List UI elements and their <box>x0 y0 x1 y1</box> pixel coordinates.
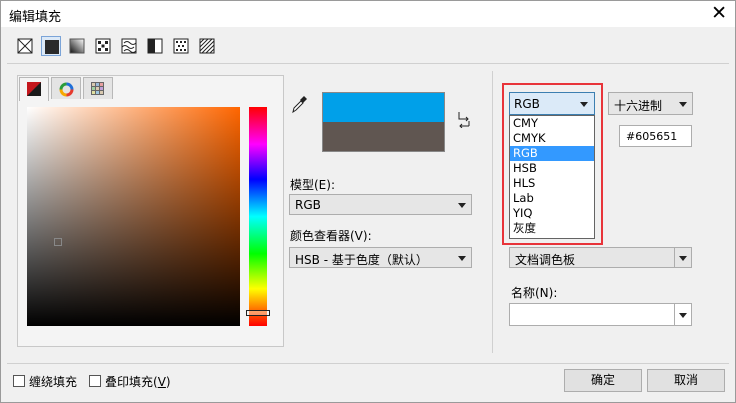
chevron-down-icon <box>679 313 687 318</box>
hue-slider[interactable] <box>249 107 267 326</box>
color-viewer-value: HSB - 基于色度（默认） <box>295 253 428 267</box>
hex-value-text: #605651 <box>626 130 678 143</box>
toolbar-divider <box>7 63 729 64</box>
title-bar: 编辑填充 ✕ <box>1 1 735 27</box>
postscript-fill-icon[interactable] <box>197 36 217 56</box>
old-color-swatch <box>323 122 444 151</box>
vector-pattern-icon[interactable] <box>93 36 113 56</box>
color-harmonies-tab-icon[interactable] <box>51 77 81 99</box>
footer-divider <box>7 363 729 364</box>
hex-format-select[interactable]: 十六进制 <box>608 92 693 115</box>
overprint-label-end: ) <box>165 375 171 389</box>
uniform-fill-icon[interactable] <box>41 36 61 56</box>
chevron-down-icon <box>679 256 687 261</box>
color-model-tab-icon[interactable] <box>19 77 49 101</box>
eyedropper-icon[interactable] <box>291 94 307 117</box>
name-combo[interactable] <box>509 303 692 326</box>
close-icon[interactable]: ✕ <box>711 2 727 24</box>
no-fill-icon[interactable] <box>15 36 35 56</box>
palette-select[interactable]: 文档调色板 <box>509 247 692 268</box>
dialog-title: 编辑填充 <box>9 10 62 25</box>
color-viewer-select[interactable]: HSB - 基于色度（默认） <box>289 247 472 268</box>
two-color-pattern-icon[interactable] <box>145 36 165 56</box>
name-label: 名称(N): <box>511 286 558 300</box>
wrap-fill-checkbox[interactable] <box>13 375 25 387</box>
color-viewer-label: 颜色查看器(V): <box>290 229 372 243</box>
color-selection-marker[interactable] <box>54 238 62 246</box>
edit-fill-dialog: 编辑填充 ✕ 模型(E): RGB 颜色查看器(V): HSB - 基于色度（默… <box>0 0 736 403</box>
overprint-fill-checkbox[interactable] <box>89 375 101 387</box>
fountain-fill-icon[interactable] <box>67 36 87 56</box>
texture-fill-icon[interactable] <box>171 36 191 56</box>
saturation-brightness-area[interactable] <box>27 107 240 326</box>
hue-slider-handle[interactable] <box>246 310 270 316</box>
fill-type-toolbar <box>15 36 223 56</box>
name-dropdown-button[interactable] <box>674 304 691 325</box>
swap-colors-icon[interactable] <box>456 110 472 131</box>
hex-value-input[interactable]: #605651 <box>619 125 692 147</box>
model-label: 模型(E): <box>290 178 335 192</box>
model-select-value: RGB <box>295 198 321 212</box>
hex-format-value: 十六进制 <box>614 99 663 113</box>
bitmap-pattern-icon[interactable] <box>119 36 139 56</box>
palette-dropdown-button[interactable] <box>674 248 691 267</box>
model-select[interactable]: RGB <box>289 194 472 215</box>
color-preview-swatch <box>322 92 445 152</box>
chevron-down-icon <box>458 203 466 208</box>
chevron-down-icon <box>679 102 687 107</box>
picker-tabs <box>19 77 115 101</box>
overprint-fill-label: 叠印填充(V) <box>105 373 171 390</box>
overprint-accesskey: V <box>157 375 166 389</box>
ok-button[interactable]: 确定 <box>564 369 642 392</box>
panel-divider <box>492 71 493 353</box>
color-palette-tab-icon[interactable] <box>83 77 113 99</box>
chevron-down-icon <box>458 256 466 261</box>
highlight-box <box>502 83 603 245</box>
wrap-fill-label: 缠绕填充 <box>29 375 78 389</box>
cancel-button[interactable]: 取消 <box>647 369 725 392</box>
overprint-label-main: 叠印填充( <box>105 375 158 389</box>
palette-select-value: 文档调色板 <box>515 253 576 267</box>
new-color-swatch <box>323 93 444 122</box>
